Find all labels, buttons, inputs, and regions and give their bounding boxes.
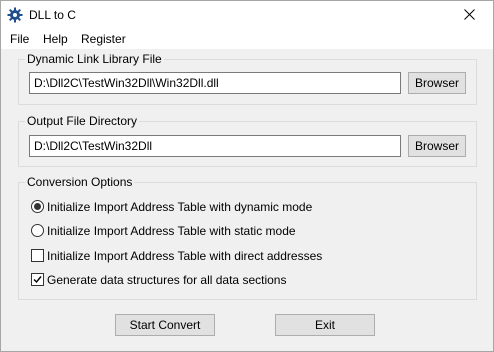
output-dir-input[interactable]: D:\Dll2C\TestWin32Dll xyxy=(29,135,401,157)
check-icon xyxy=(33,276,42,284)
option-dynamic-mode-label: Initialize Import Address Table with dyn… xyxy=(47,200,313,214)
dll-browse-button[interactable]: Browser xyxy=(408,72,466,94)
option-data-structures-label: Generate data structures for all data se… xyxy=(47,273,287,287)
menu-register[interactable]: Register xyxy=(79,31,128,47)
title-bar: DLL to C xyxy=(1,1,493,29)
dll-file-group: Dynamic Link Library File D:\Dll2C\TestW… xyxy=(18,51,477,105)
checkbox-direct-addresses[interactable] xyxy=(31,249,44,262)
output-dir-group-label: Output File Directory xyxy=(25,113,140,129)
conversion-options-label: Conversion Options xyxy=(25,174,135,190)
gear-icon xyxy=(7,7,23,23)
exit-button[interactable]: Exit xyxy=(275,314,375,336)
menu-bar: File Help Register xyxy=(1,29,493,49)
dll-file-group-label: Dynamic Link Library File xyxy=(25,51,164,67)
option-direct-addresses-label: Initialize Import Address Table with dir… xyxy=(47,249,323,263)
menu-help[interactable]: Help xyxy=(41,31,70,47)
output-dir-group: Output File Directory D:\Dll2C\TestWin32… xyxy=(18,113,477,167)
start-convert-button[interactable]: Start Convert xyxy=(115,314,215,336)
close-icon xyxy=(464,9,475,20)
checkbox-data-structures[interactable] xyxy=(31,273,44,286)
output-browse-button[interactable]: Browser xyxy=(408,135,466,157)
dll-to-c-window: DLL to C File Help Register Dynamic Link… xyxy=(0,0,494,352)
close-button[interactable] xyxy=(447,1,493,29)
radio-static-mode[interactable] xyxy=(31,224,44,237)
option-static-mode-label: Initialize Import Address Table with sta… xyxy=(47,224,296,238)
radio-dynamic-mode[interactable] xyxy=(31,200,44,213)
dll-path-input[interactable]: D:\Dll2C\TestWin32Dll\Win32Dll.dll xyxy=(29,72,401,94)
window-title: DLL to C xyxy=(29,8,76,22)
menu-file[interactable]: File xyxy=(8,31,31,47)
